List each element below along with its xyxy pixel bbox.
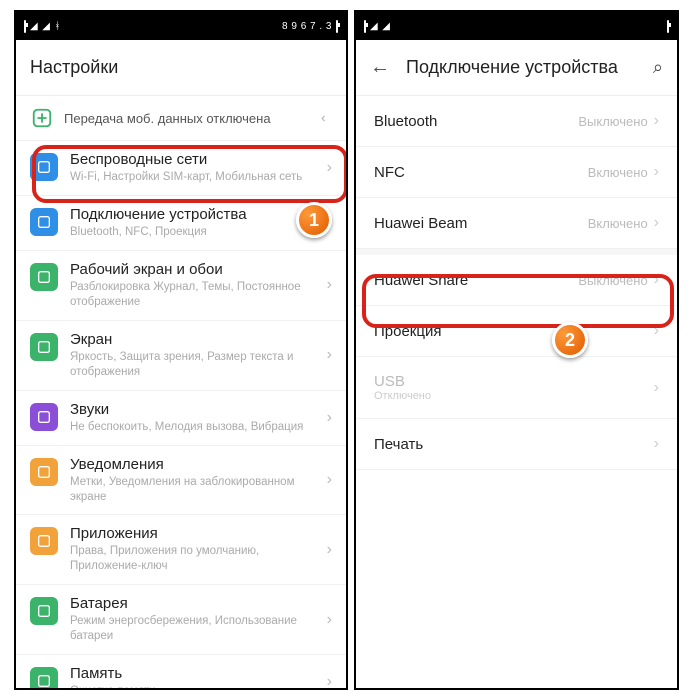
settings-item[interactable]: Батарея Режим энергосбережения, Использов… — [16, 585, 346, 655]
time-text: 8 9 6 7 . 3 — [282, 21, 332, 32]
chevron-right-icon: › — [327, 471, 332, 489]
row-value: Выключено — [578, 273, 647, 288]
device-connection-row: USBОтключено › — [356, 357, 677, 419]
device-connection-list: BluetoothВыключено›NFCВключено›Huawei Be… — [356, 96, 677, 470]
phone-right: ◢ ◢ ← Подключение устройства ⌕ Bluetooth… — [354, 10, 679, 690]
page-title: Настройки — [30, 57, 118, 78]
row-label: NFC — [374, 164, 405, 181]
item-icon — [30, 153, 58, 181]
status-bar: ◢ ◢ ᚼ 8 9 6 7 . 3 — [16, 12, 346, 40]
item-icon — [30, 263, 58, 291]
item-subtitle: Bluetooth, NFC, Проекция — [70, 225, 315, 240]
chevron-right-icon: › — [327, 673, 332, 690]
item-subtitle: Права, Приложения по умолчанию, Приложен… — [70, 544, 315, 574]
item-title: Уведомления — [70, 456, 315, 473]
battery-icon — [667, 21, 669, 32]
settings-item[interactable]: Беспроводные сети Wi-Fi, Настройки SIM-ка… — [16, 141, 346, 196]
settings-item[interactable]: Экран Яркость, Защита зрения, Размер текс… — [16, 321, 346, 391]
signal-icon: ◢ — [42, 21, 50, 32]
item-icon — [30, 527, 58, 555]
chevron-right-icon: › — [654, 271, 659, 289]
row-label: Huawei Beam — [374, 215, 467, 232]
item-subtitle: Wi-Fi, Настройки SIM-карт, Мобильная сет… — [70, 170, 315, 185]
row-label: Bluetooth — [374, 113, 437, 130]
row-value: Включено — [588, 165, 648, 180]
chevron-right-icon: › — [327, 159, 332, 177]
item-title: Подключение устройства — [70, 206, 315, 223]
item-subtitle: Очистка памяти — [70, 684, 315, 690]
back-icon[interactable]: ← — [370, 56, 390, 79]
settings-item[interactable]: Приложения Права, Приложения по умолчанию… — [16, 515, 346, 585]
row-value: Включено — [588, 216, 648, 231]
chevron-right-icon: › — [654, 435, 659, 453]
settings-item[interactable]: Рабочий экран и обои Разблокировка Журнал… — [16, 251, 346, 321]
device-connection-row[interactable]: Huawei Beam Включено › — [356, 198, 677, 249]
data-off-icon — [30, 106, 54, 130]
item-subtitle: Метки, Уведомления на заблокированном эк… — [70, 475, 315, 505]
bluetooth-icon: ᚼ — [54, 21, 61, 32]
row-label: Печать — [374, 436, 423, 453]
settings-item[interactable]: Звуки Не беспокоить, Мелодия вызова, Вибр… — [16, 391, 346, 446]
item-title: Звуки — [70, 401, 315, 418]
device-connection-row[interactable]: Huawei Share Выключено › — [356, 255, 677, 306]
device-connection-row[interactable]: Bluetooth Выключено › — [356, 96, 677, 147]
item-icon — [30, 403, 58, 431]
item-title: Экран — [70, 331, 315, 348]
signal-icon: ◢ — [382, 21, 390, 32]
phone-left: ◢ ◢ ᚼ 8 9 6 7 . 3 Настройки Передача моб… — [14, 10, 348, 690]
chevron-right-icon: › — [327, 611, 332, 629]
device-connection-row[interactable]: NFC Включено › — [356, 147, 677, 198]
page-title: Подключение устройства — [406, 57, 618, 78]
item-subtitle: Режим энергосбережения, Использование ба… — [70, 614, 315, 644]
item-subtitle: Яркость, Защита зрения, Размер текста и … — [70, 350, 315, 380]
row-sublabel: Отключено — [374, 390, 431, 402]
settings-header: Настройки — [16, 40, 346, 96]
item-title: Память — [70, 665, 315, 682]
item-subtitle: Не беспокоить, Мелодия вызова, Вибрация — [70, 420, 315, 435]
step-badge-1: 1 — [296, 202, 332, 238]
step-badge-2: 2 — [552, 322, 588, 358]
row-label: USB — [374, 373, 431, 390]
item-title: Рабочий экран и обои — [70, 261, 315, 278]
chevron-right-icon: › — [654, 163, 659, 181]
item-subtitle: Разблокировка Журнал, Темы, Постоянное о… — [70, 280, 315, 310]
signal-icon: ◢ — [370, 21, 378, 32]
row-label: Huawei Share — [374, 272, 468, 289]
item-icon — [30, 333, 58, 361]
battery-icon — [336, 21, 338, 32]
search-icon[interactable]: ⌕ — [653, 57, 663, 78]
device-connection-row[interactable]: Проекция › — [356, 306, 677, 357]
status-bar: ◢ ◢ — [356, 12, 677, 40]
mobile-data-banner[interactable]: Передача моб. данных отключена ⌄ — [16, 96, 346, 141]
chevron-right-icon: › — [327, 409, 332, 427]
row-value: Выключено — [578, 114, 647, 129]
device-connection-header: ← Подключение устройства ⌕ — [356, 40, 677, 96]
item-icon — [30, 597, 58, 625]
chevron-right-icon: › — [654, 379, 659, 397]
banner-text: Передача моб. данных отключена — [64, 111, 271, 126]
item-title: Беспроводные сети — [70, 151, 315, 168]
settings-item[interactable]: Память Очистка памяти › — [16, 655, 346, 690]
item-icon — [30, 667, 58, 690]
chevron-right-icon: › — [327, 276, 332, 294]
settings-item[interactable]: Уведомления Метки, Уведомления на заблоки… — [16, 446, 346, 516]
chevron-right-icon: › — [327, 541, 332, 559]
item-title: Батарея — [70, 595, 315, 612]
chevron-right-icon: › — [654, 322, 659, 340]
device-connection-row[interactable]: Печать › — [356, 419, 677, 470]
signal-icon: ◢ — [30, 21, 38, 32]
chevron-right-icon: › — [327, 346, 332, 364]
chevron-right-icon: › — [654, 214, 659, 232]
battery-icon — [364, 21, 366, 32]
item-title: Приложения — [70, 525, 315, 542]
item-icon — [30, 458, 58, 486]
item-icon — [30, 208, 58, 236]
chevron-down-icon: ⌄ — [318, 112, 335, 124]
chevron-right-icon: › — [654, 112, 659, 130]
row-label: Проекция — [374, 323, 441, 340]
battery-icon — [24, 21, 26, 32]
